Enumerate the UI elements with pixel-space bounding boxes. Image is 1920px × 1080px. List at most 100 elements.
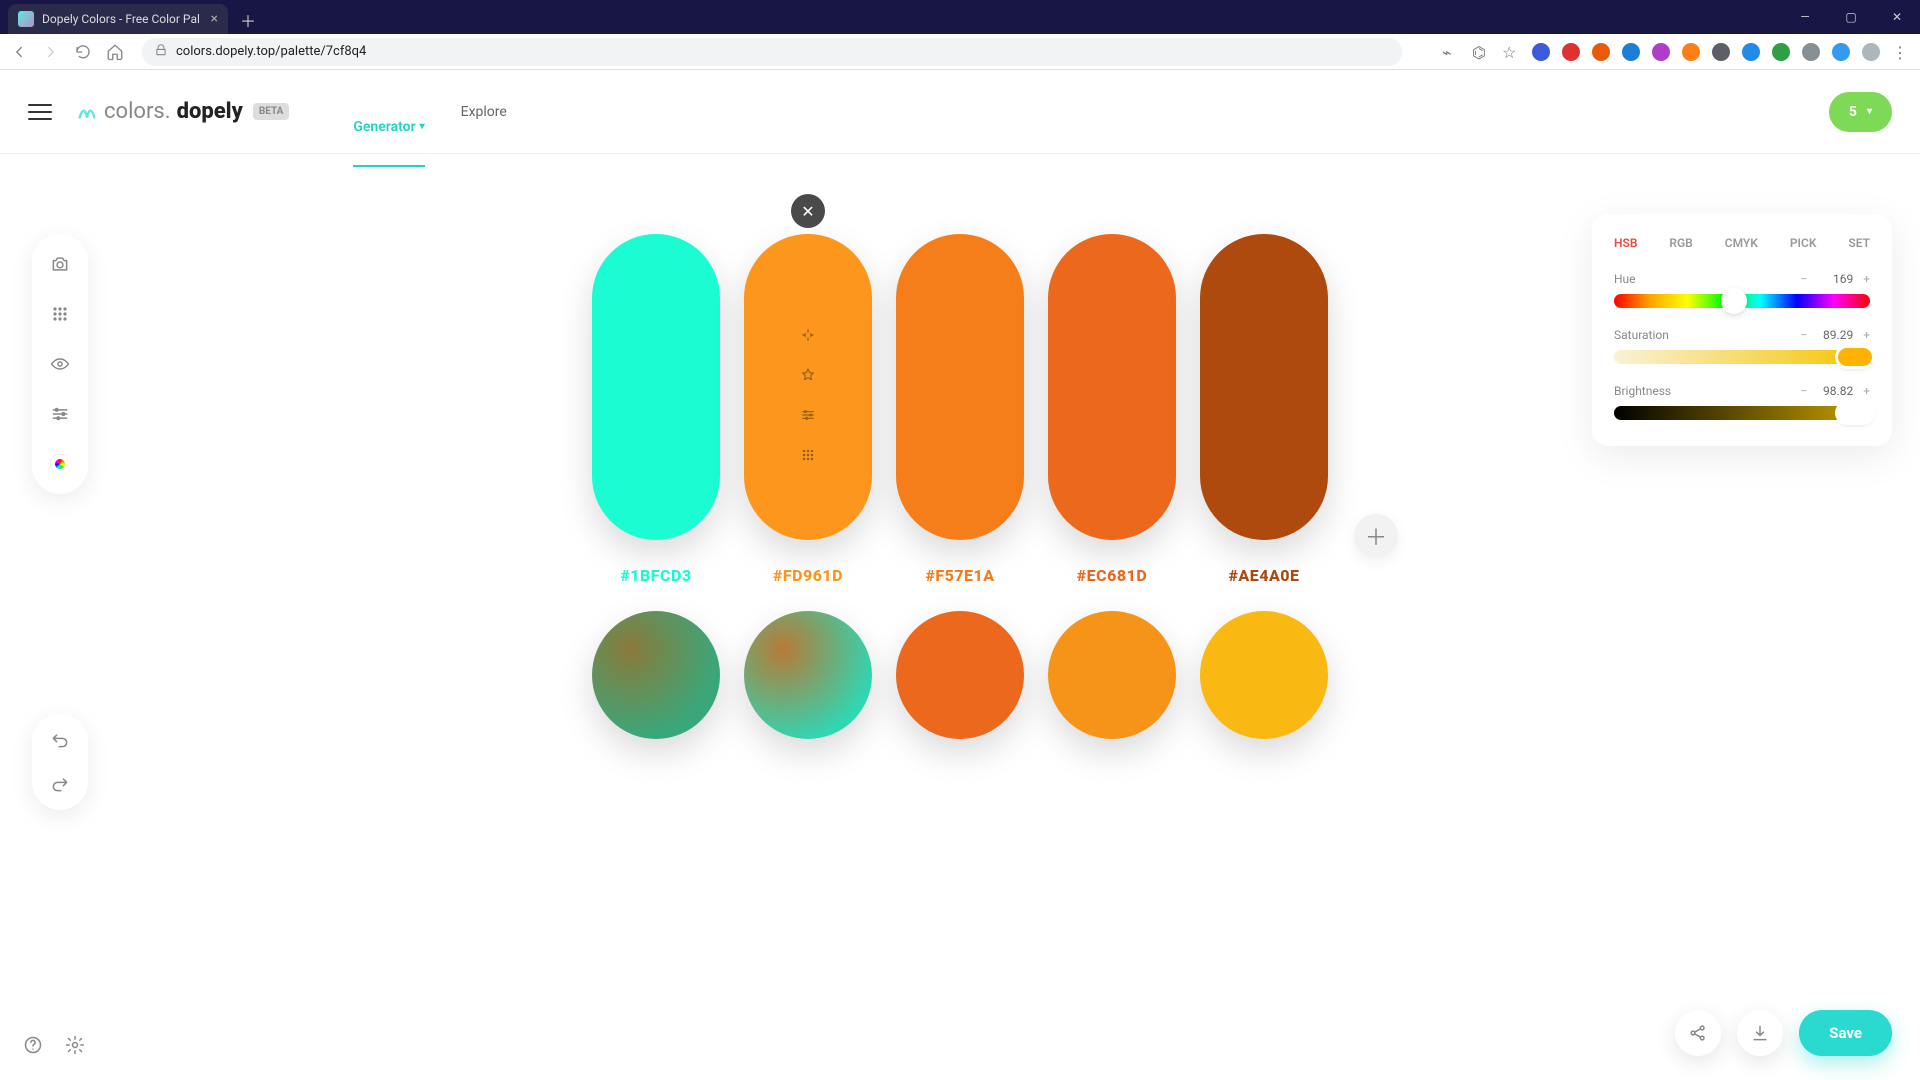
hue-slider-group: Hue − 169 + [1614,272,1870,308]
hue-minus-button[interactable]: − [1800,272,1807,286]
download-button[interactable] [1737,1010,1783,1056]
new-tab-button[interactable]: ＋ [234,6,262,34]
hue-thumb[interactable] [1723,290,1745,312]
nav-explore-label: Explore [461,104,507,120]
ext-icon-4[interactable] [1622,43,1640,61]
remove-swatch-button[interactable]: ✕ [791,194,825,228]
camera-tool[interactable] [48,252,72,276]
key-icon[interactable]: ⌁ [1442,43,1460,61]
browser-tab[interactable]: Dopely Colors - Free Color Pal × [8,4,228,34]
settings-button[interactable] [64,1034,86,1056]
redo-button[interactable] [48,728,72,752]
logo-mark-icon [76,101,98,123]
chevron-down-icon: ▾ [1867,106,1872,117]
ext-icon-1[interactable] [1532,43,1550,61]
shades-icon[interactable] [799,446,817,464]
swatch-3[interactable] [1048,234,1176,540]
app-header: colors.dopely BETA Generator ▾ Explore 5… [0,70,1920,154]
tab-close-icon[interactable]: × [211,11,218,27]
ext-icon-7[interactable] [1712,43,1730,61]
blend-2[interactable] [896,611,1024,739]
color-wheel-tool[interactable] [48,452,72,476]
window-controls: — ▢ ✕ [1782,0,1920,34]
blend-4[interactable] [1200,611,1328,739]
nav-explore[interactable]: Explore [461,104,507,120]
tab-set[interactable]: SET [1848,236,1870,250]
saturation-slider[interactable] [1614,350,1870,364]
hex-3[interactable]: #EC681D [1048,566,1176,585]
forward-button[interactable] [42,43,60,61]
browser-tabstrip: Dopely Colors - Free Color Pal × ＋ — ▢ ✕ [0,0,1920,34]
saturation-thumb[interactable] [1838,348,1872,366]
ext-icon-5[interactable] [1652,43,1670,61]
tab-pick[interactable]: PICK [1790,236,1817,250]
blend-0[interactable] [592,611,720,739]
grid-tool[interactable] [48,302,72,326]
hex-0[interactable]: #1BFCD3 [592,566,720,585]
blend-3[interactable] [1048,611,1176,739]
hex-row: #1BFCD3 #FD961D #F57E1A #EC681D #AE4A0E [592,566,1328,585]
star-icon[interactable]: ☆ [1502,43,1520,61]
ext-icon-9[interactable] [1772,43,1790,61]
translate-icon[interactable]: ⌬ [1472,43,1490,61]
add-swatch-button[interactable]: ＋ [1354,514,1398,558]
extension-icons: ⌁ ⌬ ☆ ⋮ [1442,43,1910,61]
save-button[interactable]: Save [1799,1010,1892,1056]
sliders-tool[interactable] [48,402,72,426]
brightness-value: 98.82 [1817,384,1853,398]
hue-label: Hue [1614,272,1636,286]
swatch-1[interactable]: ✕ [744,234,872,540]
blend-1[interactable] [744,611,872,739]
menu-button[interactable] [28,100,52,124]
swatch-0[interactable] [592,234,720,540]
ext-icon-11[interactable] [1832,43,1850,61]
brightness-thumb[interactable] [1838,404,1872,422]
ext-icon-2[interactable] [1562,43,1580,61]
address-bar[interactable]: colors.dopely.top/palette/7cf8q4 [142,38,1402,66]
credits-button[interactable]: 5 ▾ [1829,92,1892,132]
swatch-row: ＋ ✕ [592,234,1328,540]
hue-slider[interactable] [1614,294,1870,308]
tab-hsb[interactable]: HSB [1614,236,1637,250]
home-button[interactable] [106,43,124,61]
brightness-label: Brightness [1614,384,1671,398]
swatch-2[interactable] [896,234,1024,540]
saturation-label: Saturation [1614,328,1669,342]
window-minimize-button[interactable]: — [1782,0,1828,34]
hex-4[interactable]: #AE4A0E [1200,566,1328,585]
undo-button[interactable] [48,772,72,796]
hex-2[interactable]: #F57E1A [896,566,1024,585]
main-nav: Generator ▾ Explore [353,89,506,135]
credits-value: 5 [1849,104,1857,120]
browser-menu-icon[interactable]: ⋮ [1892,43,1910,61]
help-button[interactable] [22,1034,44,1056]
adjust-icon[interactable] [799,406,817,424]
brightness-slider[interactable] [1614,406,1870,420]
window-close-button[interactable]: ✕ [1874,0,1920,34]
drag-icon[interactable] [799,326,817,344]
hex-1[interactable]: #FD961D [744,566,872,585]
saturation-minus-button[interactable]: − [1800,328,1807,342]
saturation-plus-button[interactable]: + [1863,328,1870,342]
reload-button[interactable] [74,43,92,61]
color-adjust-panel: HSB RGB CMYK PICK SET Hue − 169 + Satura… [1592,214,1892,446]
star-icon[interactable] [799,366,817,384]
ext-icon-10[interactable] [1802,43,1820,61]
tab-cmyk[interactable]: CMYK [1725,236,1758,250]
tab-rgb[interactable]: RGB [1669,236,1692,250]
hue-plus-button[interactable]: + [1863,272,1870,286]
window-maximize-button[interactable]: ▢ [1828,0,1874,34]
brightness-plus-button[interactable]: + [1863,384,1870,398]
logo[interactable]: colors.dopely BETA [76,99,289,124]
ext-icon-3[interactable] [1592,43,1610,61]
saturation-value: 89.29 [1817,328,1853,342]
back-button[interactable] [10,43,28,61]
profile-avatar-icon[interactable] [1862,43,1880,61]
ext-icon-6[interactable] [1682,43,1700,61]
browser-toolbar: colors.dopely.top/palette/7cf8q4 ⌁ ⌬ ☆ ⋮ [0,34,1920,70]
share-button[interactable] [1675,1010,1721,1056]
swatch-4[interactable] [1200,234,1328,540]
eye-tool[interactable] [48,352,72,376]
ext-icon-8[interactable] [1742,43,1760,61]
brightness-minus-button[interactable]: − [1800,384,1807,398]
